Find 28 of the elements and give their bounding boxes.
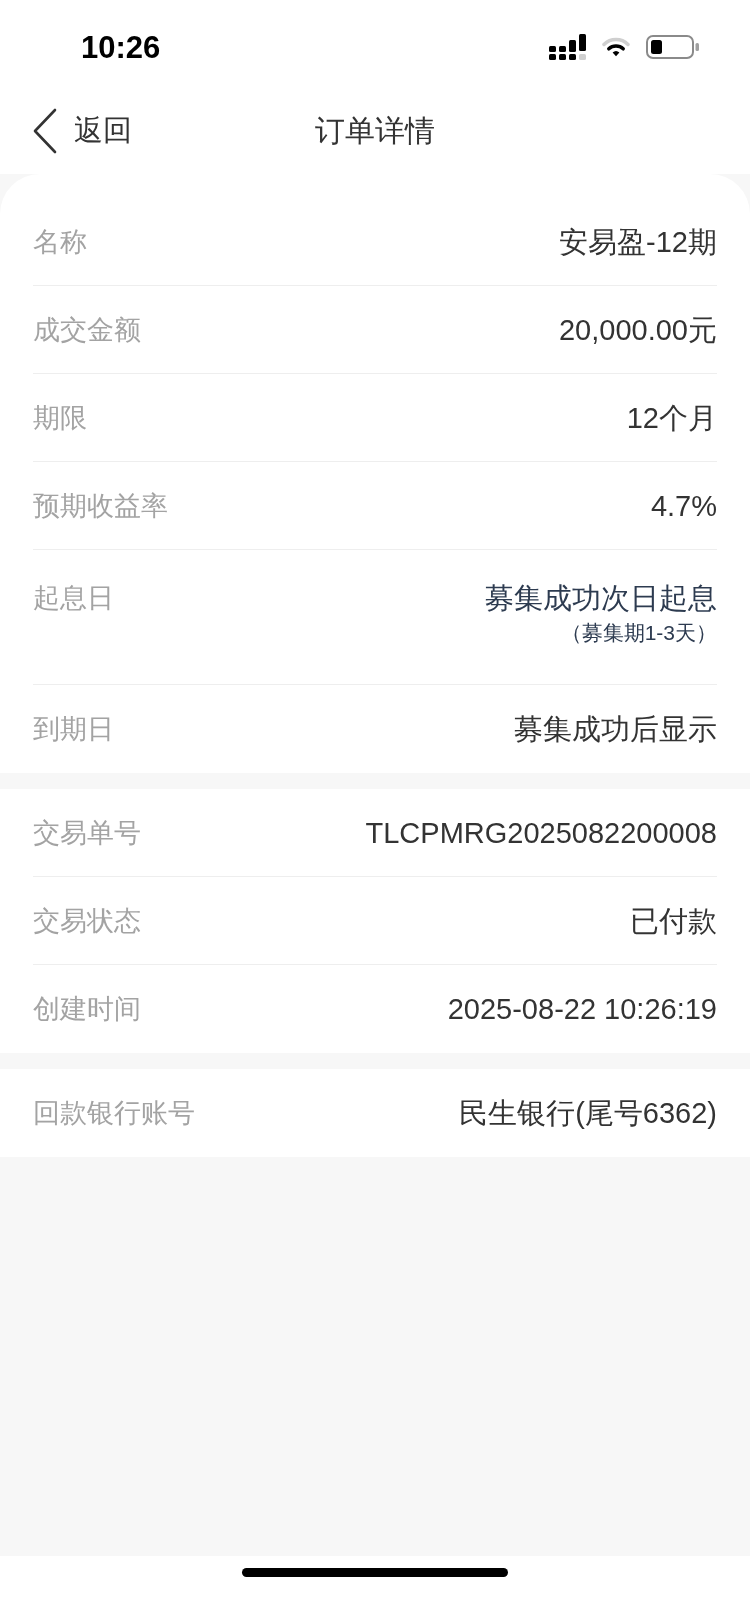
wifi-icon bbox=[602, 37, 630, 57]
status-time: 10:26 bbox=[81, 30, 161, 66]
field-value: 4.7% bbox=[650, 488, 717, 524]
field-value: 民生银行(尾号6362) bbox=[459, 1096, 717, 1131]
field-label: 创建时间 bbox=[33, 993, 141, 1026]
field-label: 预期收益率 bbox=[33, 489, 168, 523]
field-value: 20,000.00元 bbox=[559, 312, 717, 348]
field-value: 募集成功后显示 bbox=[514, 712, 717, 747]
back-button[interactable]: 返回 bbox=[32, 108, 132, 154]
field-note: （募集期1-3天） bbox=[560, 620, 717, 646]
field-label: 名称 bbox=[33, 225, 87, 259]
field-label: 交易状态 bbox=[33, 904, 141, 938]
field-label: 期限 bbox=[33, 401, 87, 435]
field-label: 交易单号 bbox=[33, 816, 141, 850]
field-label: 成交金额 bbox=[33, 313, 141, 347]
field-value: 2025-08-22 10:26:19 bbox=[447, 992, 717, 1027]
signal-icon bbox=[549, 34, 586, 60]
field-value: TLCPMRG2025082200008 bbox=[365, 815, 717, 851]
field-value: 募集成功次日起息 bbox=[485, 581, 717, 616]
page-title: 订单详情 bbox=[315, 112, 435, 149]
chevron-left-icon bbox=[32, 108, 58, 154]
field-value: 安易盈-12期 bbox=[559, 224, 717, 260]
field-label: 到期日 bbox=[33, 713, 114, 746]
battery-icon bbox=[646, 35, 700, 59]
field-value: 12个月 bbox=[626, 400, 717, 436]
field-value: 已付款 bbox=[630, 903, 717, 939]
field-label: 回款银行账号 bbox=[33, 1097, 195, 1130]
field-label: 起息日 bbox=[33, 582, 114, 615]
